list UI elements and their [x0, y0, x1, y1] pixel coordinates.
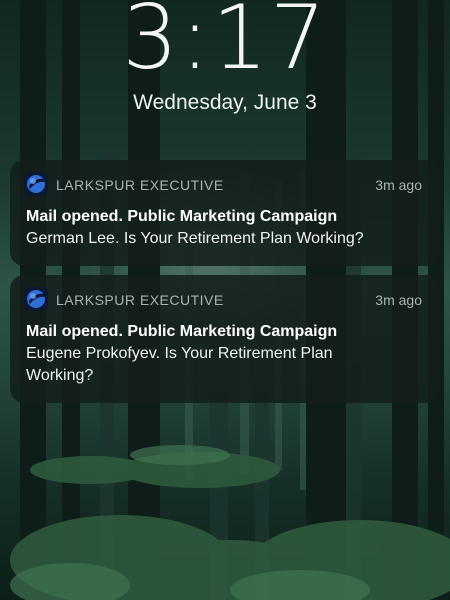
app-logo-icon — [24, 172, 48, 196]
notification-header: LARKSPUR EXECUTIVE 3m ago — [24, 160, 422, 198]
notification-app-name: LARKSPUR EXECUTIVE — [56, 177, 224, 193]
notification-body: German Lee. Is Your Retirement Plan Work… — [26, 230, 364, 247]
lockscreen-clock: 3:17 — [122, 0, 328, 89]
notification-title: Mail opened. Public Marketing Campaign — [26, 208, 338, 225]
notification-header: LARKSPUR EXECUTIVE 3m ago — [24, 275, 422, 313]
notification-card[interactable]: LARKSPUR EXECUTIVE 3m ago Mail opened. P… — [10, 160, 440, 266]
lock-screen: 3:17 Wednesday, June 3 LARKSPUR EXECUTIV… — [0, 0, 450, 600]
app-logo-icon — [24, 287, 48, 311]
notification-time: 3m ago — [375, 292, 422, 308]
notification-card[interactable]: LARKSPUR EXECUTIVE 3m ago Mail opened. P… — [10, 275, 440, 403]
notification-app-name: LARKSPUR EXECUTIVE — [56, 292, 224, 308]
notification-title: Mail opened. Public Marketing Campaign — [26, 323, 338, 340]
notification-time: 3m ago — [375, 177, 422, 193]
notification-body: Eugene Prokofyev. Is Your Retirement Pla… — [26, 345, 333, 384]
lockscreen-date: Wednesday, June 3 — [133, 91, 317, 114]
